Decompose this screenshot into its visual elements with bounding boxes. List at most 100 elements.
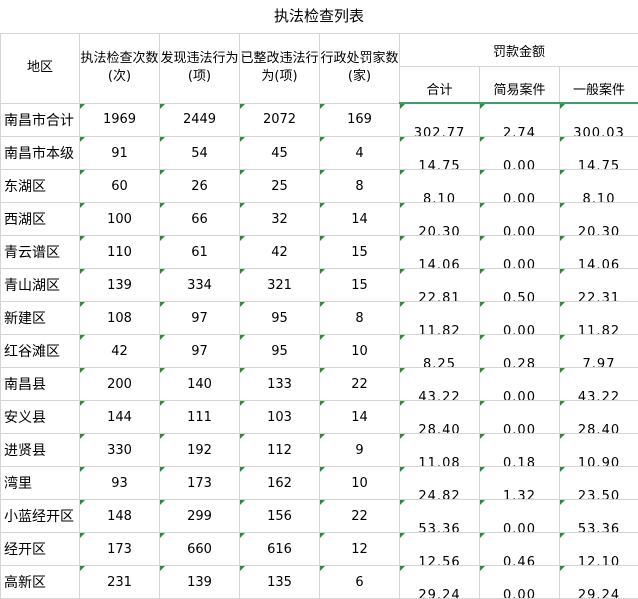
cell-general[interactable]: 20.30: [560, 203, 638, 236]
cell-inspections[interactable]: 100: [80, 203, 160, 236]
cell-simple[interactable]: 0.00: [480, 500, 560, 533]
cell-penalized[interactable]: 169: [320, 103, 400, 137]
cell-violations[interactable]: 26: [160, 170, 240, 203]
cell-violations[interactable]: 97: [160, 302, 240, 335]
cell-violations[interactable]: 299: [160, 500, 240, 533]
cell-general[interactable]: 29.24: [560, 566, 638, 599]
cell-rectified[interactable]: 162: [240, 467, 320, 500]
cell-rectified[interactable]: 135: [240, 566, 320, 599]
cell-general[interactable]: 12.10: [560, 533, 638, 566]
cell-violations[interactable]: 66: [160, 203, 240, 236]
cell-simple[interactable]: 0.00: [480, 302, 560, 335]
header-fines-total[interactable]: 合计: [400, 67, 480, 104]
cell-general[interactable]: 11.82: [560, 302, 638, 335]
cell-rectified[interactable]: 103: [240, 401, 320, 434]
cell-general[interactable]: 43.22: [560, 368, 638, 401]
cell-rectified[interactable]: 95: [240, 335, 320, 368]
cell-violations[interactable]: 54: [160, 137, 240, 170]
cell-penalized[interactable]: 15: [320, 269, 400, 302]
cell-inspections[interactable]: 91: [80, 137, 160, 170]
cell-inspections[interactable]: 93: [80, 467, 160, 500]
cell-rectified[interactable]: 32: [240, 203, 320, 236]
cell-penalized[interactable]: 15: [320, 236, 400, 269]
cell-total[interactable]: 22.81: [400, 269, 480, 302]
cell-simple[interactable]: 0.00: [480, 236, 560, 269]
cell-penalized[interactable]: 8: [320, 170, 400, 203]
cell-inspections[interactable]: 330: [80, 434, 160, 467]
cell-simple[interactable]: 0.46: [480, 533, 560, 566]
cell-inspections[interactable]: 110: [80, 236, 160, 269]
cell-violations[interactable]: 61: [160, 236, 240, 269]
cell-general[interactable]: 10.90: [560, 434, 638, 467]
header-fines-general[interactable]: 一般案件: [560, 67, 638, 104]
cell-violations[interactable]: 2449: [160, 103, 240, 137]
cell-penalized[interactable]: 10: [320, 335, 400, 368]
cell-total[interactable]: 302.77: [400, 103, 480, 137]
cell-simple[interactable]: 0.00: [480, 170, 560, 203]
cell-region[interactable]: 南昌县: [1, 368, 80, 401]
cell-region[interactable]: 南昌市本级: [1, 137, 80, 170]
cell-simple[interactable]: 0.00: [480, 566, 560, 599]
cell-simple[interactable]: 0.28: [480, 335, 560, 368]
cell-inspections[interactable]: 173: [80, 533, 160, 566]
cell-region[interactable]: 红谷滩区: [1, 335, 80, 368]
cell-total[interactable]: 12.56: [400, 533, 480, 566]
cell-general[interactable]: 22.31: [560, 269, 638, 302]
header-violations[interactable]: 发现违法行为(项): [160, 34, 240, 104]
cell-rectified[interactable]: 616: [240, 533, 320, 566]
cell-penalized[interactable]: 22: [320, 500, 400, 533]
cell-violations[interactable]: 111: [160, 401, 240, 434]
cell-penalized[interactable]: 9: [320, 434, 400, 467]
cell-violations[interactable]: 192: [160, 434, 240, 467]
cell-total[interactable]: 28.40: [400, 401, 480, 434]
header-inspections[interactable]: 执法检查次数(次): [80, 34, 160, 104]
cell-inspections[interactable]: 139: [80, 269, 160, 302]
cell-rectified[interactable]: 95: [240, 302, 320, 335]
cell-violations[interactable]: 660: [160, 533, 240, 566]
cell-penalized[interactable]: 10: [320, 467, 400, 500]
cell-rectified[interactable]: 156: [240, 500, 320, 533]
cell-penalized[interactable]: 22: [320, 368, 400, 401]
cell-penalized[interactable]: 8: [320, 302, 400, 335]
cell-general[interactable]: 23.50: [560, 467, 638, 500]
cell-total[interactable]: 53.36: [400, 500, 480, 533]
cell-inspections[interactable]: 231: [80, 566, 160, 599]
header-fines[interactable]: 罚款金额: [400, 34, 638, 67]
cell-general[interactable]: 53.36: [560, 500, 638, 533]
cell-total[interactable]: 14.06: [400, 236, 480, 269]
cell-simple[interactable]: 0.00: [480, 137, 560, 170]
cell-total[interactable]: 20.30: [400, 203, 480, 236]
cell-general[interactable]: 28.40: [560, 401, 638, 434]
cell-simple[interactable]: 1.32: [480, 467, 560, 500]
cell-simple[interactable]: 0.18: [480, 434, 560, 467]
cell-rectified[interactable]: 321: [240, 269, 320, 302]
cell-inspections[interactable]: 108: [80, 302, 160, 335]
cell-region[interactable]: 青云谱区: [1, 236, 80, 269]
header-rectified[interactable]: 已整改违法行为(项): [240, 34, 320, 104]
cell-total[interactable]: 14.75: [400, 137, 480, 170]
header-penalized[interactable]: 行政处罚家数(家): [320, 34, 400, 104]
cell-inspections[interactable]: 60: [80, 170, 160, 203]
cell-region[interactable]: 湾里: [1, 467, 80, 500]
cell-rectified[interactable]: 2072: [240, 103, 320, 137]
cell-inspections[interactable]: 148: [80, 500, 160, 533]
cell-violations[interactable]: 140: [160, 368, 240, 401]
cell-penalized[interactable]: 14: [320, 401, 400, 434]
cell-region[interactable]: 东湖区: [1, 170, 80, 203]
cell-general[interactable]: 14.75: [560, 137, 638, 170]
cell-region[interactable]: 小蓝经开区: [1, 500, 80, 533]
cell-region[interactable]: 西湖区: [1, 203, 80, 236]
cell-region[interactable]: 南昌市合计: [1, 103, 80, 137]
cell-total[interactable]: 11.08: [400, 434, 480, 467]
cell-region[interactable]: 青山湖区: [1, 269, 80, 302]
cell-violations[interactable]: 334: [160, 269, 240, 302]
cell-simple[interactable]: 0.00: [480, 368, 560, 401]
header-region[interactable]: 地区: [1, 34, 80, 104]
cell-total[interactable]: 8.10: [400, 170, 480, 203]
cell-penalized[interactable]: 12: [320, 533, 400, 566]
cell-inspections[interactable]: 144: [80, 401, 160, 434]
cell-rectified[interactable]: 133: [240, 368, 320, 401]
cell-general[interactable]: 7.97: [560, 335, 638, 368]
cell-inspections[interactable]: 42: [80, 335, 160, 368]
cell-violations[interactable]: 97: [160, 335, 240, 368]
